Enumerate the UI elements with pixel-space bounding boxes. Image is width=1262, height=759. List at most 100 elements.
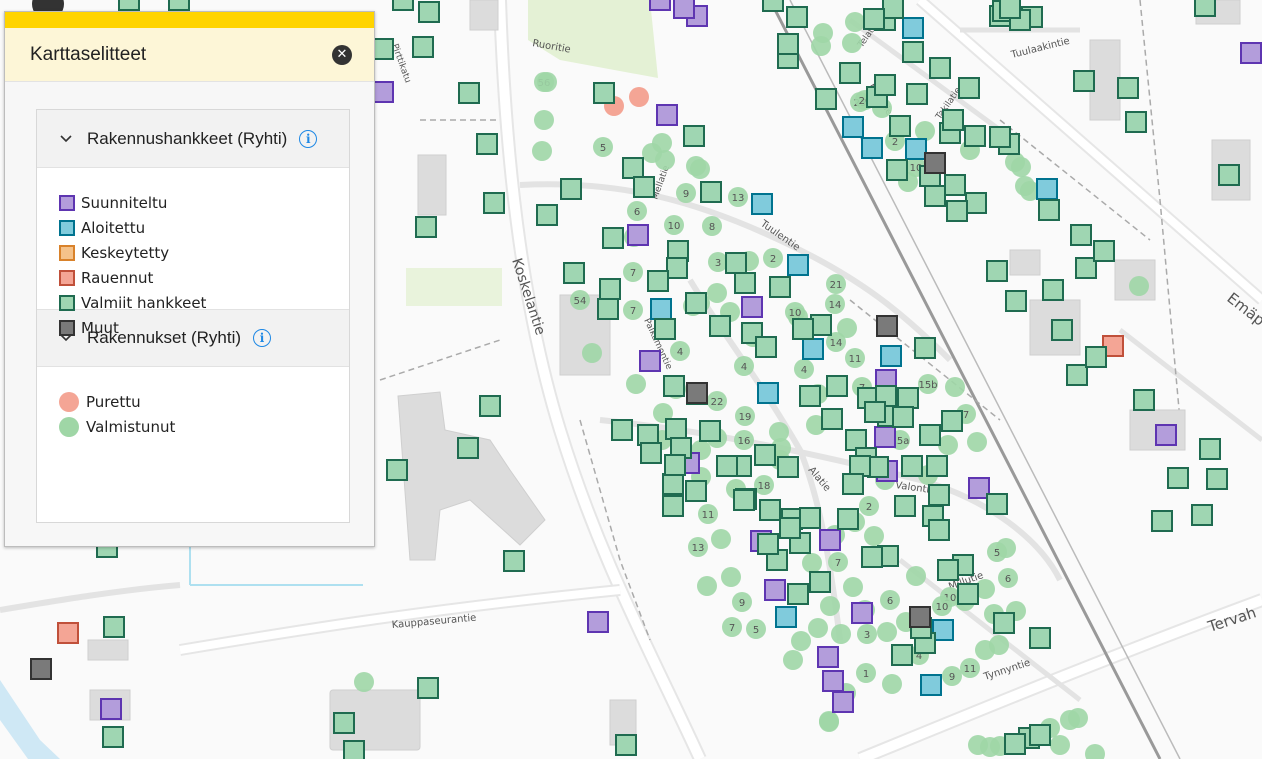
project-marker-other[interactable] bbox=[876, 315, 898, 337]
completed-building-marker[interactable] bbox=[967, 432, 987, 452]
project-marker-completed[interactable] bbox=[343, 740, 365, 759]
project-marker-completed[interactable] bbox=[560, 178, 582, 200]
project-marker-completed[interactable] bbox=[821, 408, 843, 430]
project-marker-completed[interactable] bbox=[386, 459, 408, 481]
project-marker-completed[interactable] bbox=[640, 442, 662, 464]
project-marker-completed[interactable] bbox=[1199, 438, 1221, 460]
completed-building-marker[interactable] bbox=[537, 72, 557, 92]
completed-building-marker[interactable] bbox=[1129, 276, 1149, 296]
project-marker-completed[interactable] bbox=[1206, 468, 1228, 490]
project-marker-completed[interactable] bbox=[647, 270, 669, 292]
project-marker-completed[interactable] bbox=[662, 473, 684, 495]
project-marker-completed[interactable] bbox=[1051, 319, 1073, 341]
project-marker-planned[interactable] bbox=[649, 0, 671, 11]
project-marker-completed[interactable] bbox=[779, 517, 801, 539]
completed-building-marker[interactable] bbox=[642, 143, 662, 163]
project-marker-completed[interactable] bbox=[1070, 224, 1092, 246]
project-marker-completed[interactable] bbox=[826, 375, 848, 397]
project-marker-completed[interactable] bbox=[942, 109, 964, 131]
project-marker-completed[interactable] bbox=[891, 644, 913, 666]
project-marker-started[interactable] bbox=[905, 138, 927, 160]
project-marker-completed[interactable] bbox=[928, 484, 950, 506]
info-icon[interactable]: i bbox=[253, 329, 272, 347]
completed-building-marker[interactable] bbox=[721, 567, 741, 587]
project-marker-completed[interactable] bbox=[1029, 724, 1051, 746]
completed-building-marker[interactable] bbox=[877, 622, 897, 642]
completed-building-marker[interactable] bbox=[837, 318, 857, 338]
project-marker-completed[interactable] bbox=[662, 495, 684, 517]
project-marker-other[interactable] bbox=[686, 382, 708, 404]
completed-building-marker[interactable] bbox=[690, 159, 710, 179]
project-marker-completed[interactable] bbox=[777, 456, 799, 478]
project-marker-completed[interactable] bbox=[700, 181, 722, 203]
project-marker-completed[interactable] bbox=[1125, 111, 1147, 133]
project-marker-completed[interactable] bbox=[716, 455, 738, 477]
project-marker-completed[interactable] bbox=[839, 62, 861, 84]
project-marker-started[interactable] bbox=[842, 116, 864, 138]
completed-building-marker[interactable] bbox=[1050, 735, 1070, 755]
project-marker-planned[interactable] bbox=[832, 691, 854, 713]
project-marker-completed[interactable] bbox=[1093, 240, 1115, 262]
project-marker-completed[interactable] bbox=[1133, 389, 1155, 411]
project-marker-completed[interactable] bbox=[786, 6, 808, 28]
project-marker-completed[interactable] bbox=[392, 0, 414, 11]
project-marker-completed[interactable] bbox=[762, 0, 784, 12]
project-marker-completed[interactable] bbox=[412, 36, 434, 58]
project-marker-completed[interactable] bbox=[946, 200, 968, 222]
project-marker-completed[interactable] bbox=[993, 612, 1015, 634]
project-marker-completed[interactable] bbox=[415, 216, 437, 238]
project-marker-completed[interactable] bbox=[664, 454, 686, 476]
project-marker-completed[interactable] bbox=[1194, 0, 1216, 17]
project-marker-completed[interactable] bbox=[103, 616, 125, 638]
project-marker-completed[interactable] bbox=[1066, 364, 1088, 386]
project-marker-completed[interactable] bbox=[957, 583, 979, 605]
project-marker-completed[interactable] bbox=[799, 507, 821, 529]
demolished-building-marker[interactable] bbox=[629, 87, 649, 107]
project-marker-completed[interactable] bbox=[965, 192, 987, 214]
completed-building-marker[interactable] bbox=[882, 674, 902, 694]
project-marker-started[interactable] bbox=[880, 345, 902, 367]
project-marker-started[interactable] bbox=[757, 382, 779, 404]
completed-building-marker[interactable] bbox=[808, 618, 828, 638]
project-marker-completed[interactable] bbox=[928, 519, 950, 541]
project-marker-completed[interactable] bbox=[894, 495, 916, 517]
project-marker-completed[interactable] bbox=[1191, 504, 1213, 526]
completed-building-marker[interactable] bbox=[906, 566, 926, 586]
project-marker-completed[interactable] bbox=[986, 493, 1008, 515]
project-marker-completed[interactable] bbox=[479, 395, 501, 417]
completed-building-marker[interactable] bbox=[843, 577, 863, 597]
project-marker-planned[interactable] bbox=[741, 296, 763, 318]
project-marker-completed[interactable] bbox=[964, 125, 986, 147]
completed-building-marker[interactable] bbox=[864, 526, 884, 546]
project-marker-completed[interactable] bbox=[792, 318, 814, 340]
completed-building-marker[interactable] bbox=[534, 110, 554, 130]
project-marker-started[interactable] bbox=[775, 606, 797, 628]
project-marker-completed[interactable] bbox=[999, 0, 1021, 19]
project-marker-completed[interactable] bbox=[941, 410, 963, 432]
project-marker-other[interactable] bbox=[30, 658, 52, 680]
completed-building-marker[interactable] bbox=[819, 711, 839, 731]
project-marker-started[interactable] bbox=[1036, 178, 1058, 200]
project-marker-completed[interactable] bbox=[458, 82, 480, 104]
project-marker-completed[interactable] bbox=[699, 420, 721, 442]
completed-building-marker[interactable] bbox=[813, 23, 833, 43]
completed-building-marker[interactable] bbox=[845, 12, 865, 32]
project-marker-completed[interactable] bbox=[622, 157, 644, 179]
project-marker-completed[interactable] bbox=[503, 550, 525, 572]
project-marker-started[interactable] bbox=[802, 338, 824, 360]
project-marker-completed[interactable] bbox=[799, 385, 821, 407]
project-marker-completed[interactable] bbox=[168, 0, 190, 11]
project-marker-completed[interactable] bbox=[536, 204, 558, 226]
completed-building-marker[interactable] bbox=[831, 624, 851, 644]
project-marker-completed[interactable] bbox=[1151, 510, 1173, 532]
completed-building-marker[interactable] bbox=[626, 374, 646, 394]
project-marker-completed[interactable] bbox=[372, 38, 394, 60]
completed-building-marker[interactable] bbox=[354, 672, 374, 692]
project-marker-completed[interactable] bbox=[666, 257, 688, 279]
project-marker-planned[interactable] bbox=[673, 0, 695, 19]
project-marker-completed[interactable] bbox=[593, 82, 615, 104]
chevron-down-icon[interactable] bbox=[57, 329, 75, 347]
project-marker-completed[interactable] bbox=[418, 1, 440, 23]
project-marker-completed[interactable] bbox=[118, 0, 140, 11]
project-marker-completed[interactable] bbox=[902, 41, 924, 63]
